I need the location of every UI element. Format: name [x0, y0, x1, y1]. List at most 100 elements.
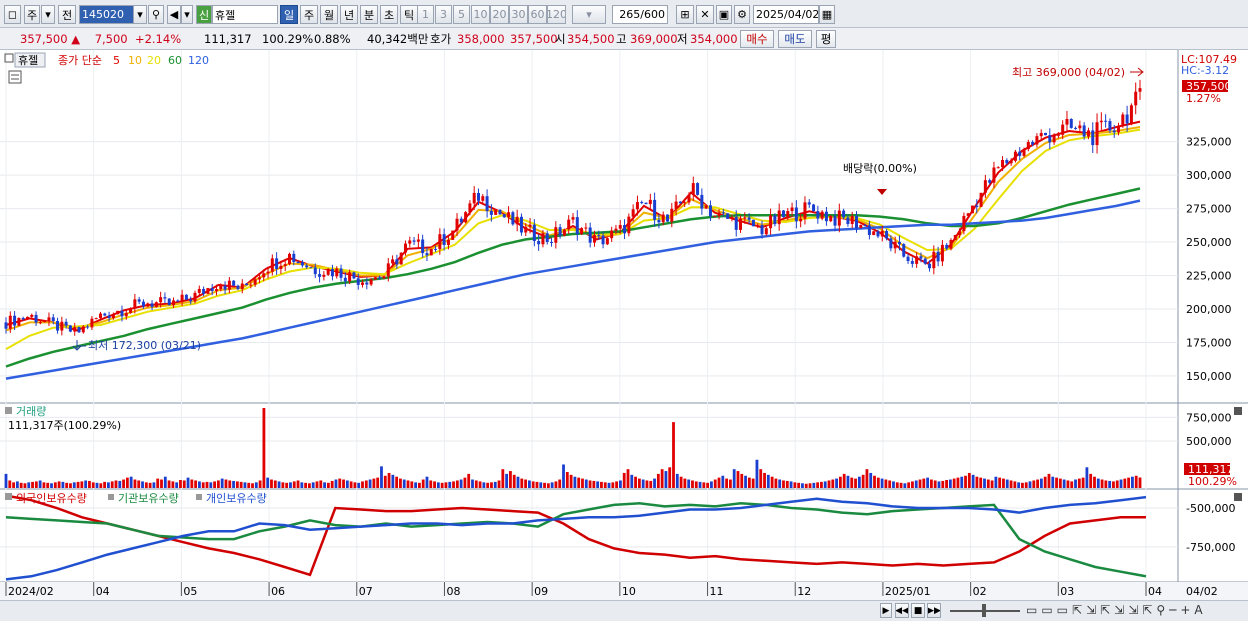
- period-tab-5[interactable]: 초: [380, 5, 398, 24]
- candle-body: [988, 180, 992, 183]
- volume-panel-handle[interactable]: [5, 407, 12, 414]
- volume-bar: [1074, 479, 1077, 488]
- high-annotation: 최고 369,000 (04/02): [1012, 66, 1125, 79]
- candle-body: [279, 265, 283, 269]
- volume-bar: [380, 466, 383, 488]
- candle-body: [867, 225, 871, 235]
- volume-close-icon[interactable]: [1234, 407, 1242, 415]
- period-tab-2[interactable]: 월: [320, 5, 338, 24]
- volume-bar: [152, 482, 156, 488]
- prev-button[interactable]: 전: [58, 5, 76, 24]
- volume-bar: [76, 481, 80, 488]
- interval-button-120[interactable]: 120: [547, 5, 566, 24]
- candle-body: [172, 300, 176, 306]
- volume-bar: [417, 482, 421, 488]
- stock-chart[interactable]: 150,000 175,000 200,000 225,000 250,000 275,0…: [0, 50, 1248, 600]
- code-value: 145020: [82, 8, 124, 21]
- interval-button-20[interactable]: 20: [490, 5, 509, 24]
- date-field[interactable]: 2025/04/02: [753, 5, 819, 24]
- volume-bar: [455, 480, 459, 488]
- volume-bar: [702, 482, 706, 488]
- interval-button-3[interactable]: 3: [435, 5, 452, 24]
- date-tick-label: 2024/02: [8, 585, 54, 598]
- buy-button[interactable]: 매수: [740, 30, 774, 48]
- candle-body: [524, 226, 528, 233]
- volume-bar: [827, 480, 831, 488]
- last-pct-label: 1.27%: [1186, 92, 1221, 105]
- volume-bar: [964, 475, 967, 488]
- candle-body: [343, 277, 347, 282]
- candle-body: [885, 230, 889, 239]
- volume-bar: [838, 476, 842, 488]
- candle-body: [214, 289, 218, 292]
- scroll-right-icon[interactable]: ▶: [880, 603, 892, 618]
- save-icon[interactable]: ▣: [716, 5, 732, 24]
- volume-bar: [577, 477, 581, 488]
- stop-icon[interactable]: ■: [911, 603, 925, 618]
- chart-tools-icons[interactable]: ▭▭▭⇱⇲⇱⇲⇲⇱⚲─+A: [1026, 603, 1207, 617]
- volume-bar: [820, 481, 823, 488]
- volume-bar: [903, 483, 907, 488]
- candle-body: [541, 233, 545, 245]
- zoom-slider-handle[interactable]: [982, 604, 986, 617]
- speaker-icon[interactable]: ◀: [167, 5, 181, 24]
- gear-icon[interactable]: ⚙: [734, 5, 750, 24]
- volume-bar: [148, 482, 152, 488]
- candle-body: [120, 310, 124, 317]
- code-input[interactable]: 145020: [79, 5, 134, 24]
- period-tab-4[interactable]: 분: [360, 5, 378, 24]
- period-tab-1[interactable]: 주: [300, 5, 318, 24]
- candle-body: [184, 294, 188, 300]
- candle-body: [756, 225, 760, 227]
- candle-body: [528, 224, 532, 227]
- search-icon[interactable]: ⚲: [148, 5, 164, 24]
- period-tab-0[interactable]: 일: [280, 5, 298, 24]
- period-tab-3[interactable]: 년: [340, 5, 358, 24]
- volume-bar: [235, 481, 239, 488]
- volume-bar: [630, 474, 634, 488]
- candle-body: [910, 261, 914, 264]
- stock-name-field[interactable]: 휴젤: [212, 5, 278, 24]
- code-dropdown-icon[interactable]: ▾: [133, 5, 147, 24]
- interval-button-60[interactable]: 60: [528, 5, 547, 24]
- interval-button-5[interactable]: 5: [453, 5, 470, 24]
- volume-bar: [23, 483, 27, 488]
- calculator-icon[interactable]: [8, 70, 22, 84]
- candle-body: [721, 212, 725, 214]
- fast-forward-icon[interactable]: ▶▶: [927, 603, 941, 618]
- avg-button[interactable]: 평: [816, 30, 836, 48]
- interval-button-30[interactable]: 30: [509, 5, 528, 24]
- candle-body: [1082, 125, 1086, 137]
- calendar-icon[interactable]: ▦: [819, 5, 835, 24]
- volume-bar: [1032, 480, 1036, 488]
- crosshair-icon[interactable]: ✕: [696, 5, 714, 24]
- new-badge-label: 신: [198, 8, 210, 22]
- candle-body: [872, 231, 876, 235]
- sell-button[interactable]: 매도: [778, 30, 812, 48]
- volume-bar: [391, 474, 395, 488]
- holdings-panel-handle[interactable]: [5, 493, 12, 500]
- interval-button-1[interactable]: 1: [417, 5, 434, 24]
- interval-button-10[interactable]: 10: [471, 5, 490, 24]
- volume-last-pct: 100.29%: [1188, 475, 1237, 488]
- rewind-icon[interactable]: ◀◀: [895, 603, 909, 618]
- volume-bar: [808, 483, 812, 488]
- volume-bar: [1047, 473, 1051, 488]
- volume-bar: [38, 480, 42, 488]
- count-field[interactable]: 265/600: [612, 5, 668, 24]
- interval-input[interactable]: ▾: [572, 5, 606, 24]
- individual-holdings-label: 개인보유수량: [206, 492, 267, 505]
- holdings-close-icon[interactable]: [1234, 493, 1242, 501]
- ma-5-label: 5: [113, 54, 120, 67]
- window-menu-icon[interactable]: ◻: [4, 5, 21, 24]
- chart-settings-icon[interactable]: ⊞: [676, 5, 694, 24]
- period-tab-6[interactable]: 틱: [400, 5, 418, 24]
- market-select[interactable]: 주: [24, 5, 40, 24]
- volume-bar: [782, 480, 785, 488]
- market-dropdown-icon[interactable]: ▾: [41, 5, 55, 24]
- volume-bar: [611, 482, 615, 488]
- volume-bar: [679, 476, 683, 488]
- speaker-dropdown-icon[interactable]: ▾: [181, 5, 193, 24]
- candle-body: [43, 321, 47, 323]
- candle-body: [739, 218, 743, 230]
